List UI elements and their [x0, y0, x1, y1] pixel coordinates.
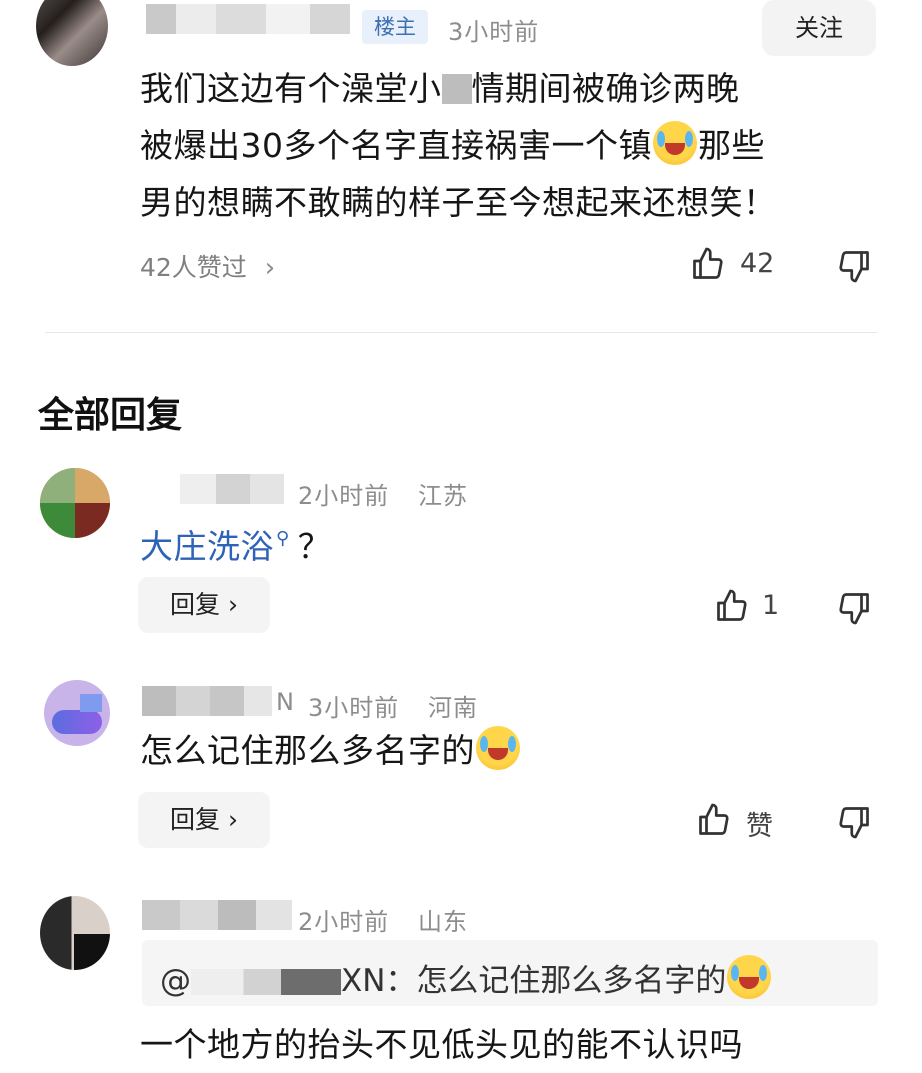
- reply-2-location: 河南: [428, 694, 478, 722]
- reply-2-avatar[interactable]: [44, 680, 110, 746]
- quote-name-tail: XN：: [341, 963, 417, 999]
- chevron-right-icon: ›: [220, 590, 238, 619]
- reply-2-like-label: 赞: [746, 811, 773, 842]
- reply-1-username-blurred[interactable]: [180, 474, 284, 504]
- quote-text: 怎么记住那么多名字的: [416, 963, 727, 999]
- reply-1-reply-button[interactable]: 回复 ›: [138, 577, 270, 633]
- op-text-part: 情期间被确诊两晚: [471, 69, 740, 108]
- reply-2-text-body: 怎么记住那么多名字的: [140, 731, 475, 770]
- search-icon[interactable]: ⚲: [276, 528, 290, 549]
- thumbs-down-icon[interactable]: [836, 248, 872, 284]
- reply-2-name-tail: N: [276, 688, 295, 716]
- reply-3-username-blurred[interactable]: [142, 900, 292, 930]
- op-time: 3小时前: [448, 18, 540, 46]
- reply-3-location: 山东: [418, 908, 468, 936]
- thumbs-up-icon[interactable]: [714, 588, 750, 624]
- quote-at-sign: @: [160, 963, 191, 999]
- reply-3-time: 2小时前: [298, 908, 390, 936]
- follow-button[interactable]: 关注: [762, 0, 876, 56]
- op-comment-text: 我们这边有个澡堂小 情期间被确诊两晚 被爆出30多个名字直接祸害一个镇 那些 男的想…: [140, 60, 870, 231]
- op-username-blurred[interactable]: [146, 4, 350, 34]
- reply-2-time: 3小时前: [308, 694, 400, 722]
- op-text-part: 我们这边有个澡堂小: [140, 69, 442, 108]
- reply-2-text: 怎么记住那么多名字的: [140, 722, 521, 779]
- owner-badge: 楼主: [362, 10, 428, 44]
- reply-3-text: 一个地方的抬头不见低头见的能不认识吗: [140, 1025, 743, 1064]
- op-avatar[interactable]: [36, 0, 108, 66]
- op-text-part: 那些: [698, 126, 765, 165]
- section-divider: [45, 332, 877, 333]
- reply-1-time: 2小时前: [298, 482, 390, 510]
- all-replies-title: 全部回复: [38, 395, 183, 436]
- likers-label: 42人赞过: [140, 253, 247, 282]
- laughing-crying-emoji-icon: [476, 726, 520, 770]
- reply-1-suffix: ？: [297, 527, 332, 566]
- thumbs-up-icon[interactable]: [690, 246, 726, 282]
- laughing-crying-emoji-icon: [653, 121, 697, 165]
- thumbs-down-icon[interactable]: [836, 804, 872, 840]
- reply-2-reply-button[interactable]: 回复 ›: [138, 792, 270, 848]
- laughing-crying-emoji-icon: [727, 955, 772, 999]
- op-text-part: 被爆出30多个名字直接祸害一个镇: [140, 126, 652, 165]
- reply-1-avatar[interactable]: [40, 468, 110, 538]
- reply-2-username-blurred[interactable]: [142, 686, 272, 716]
- quote-username-blurred: [191, 969, 341, 995]
- thumbs-up-icon[interactable]: [696, 802, 732, 838]
- likers-link[interactable]: 42人赞过 ›: [140, 248, 275, 284]
- redaction-mask: [441, 74, 472, 104]
- chevron-right-icon: ›: [220, 805, 238, 834]
- reply-1-location: 江苏: [418, 482, 468, 510]
- reply-1-like-count: 1: [762, 590, 780, 621]
- reply-button-label: 回复: [170, 590, 221, 619]
- thumbs-down-icon[interactable]: [836, 590, 872, 626]
- op-text-part: 男的想瞒不敢瞒的样子至今想起来还想笑！: [140, 183, 777, 222]
- reply-button-label: 回复: [170, 805, 221, 834]
- chevron-right-icon: ›: [264, 253, 276, 283]
- op-like-count: 42: [740, 248, 775, 279]
- search-link[interactable]: 大庄洗浴: [140, 527, 274, 566]
- reply-3-avatar[interactable]: [40, 896, 110, 970]
- reply-1-text: 大庄洗浴 ⚲ ？: [140, 510, 331, 575]
- quoted-reply: @ XN：怎么记住那么多名字的: [160, 955, 772, 1001]
